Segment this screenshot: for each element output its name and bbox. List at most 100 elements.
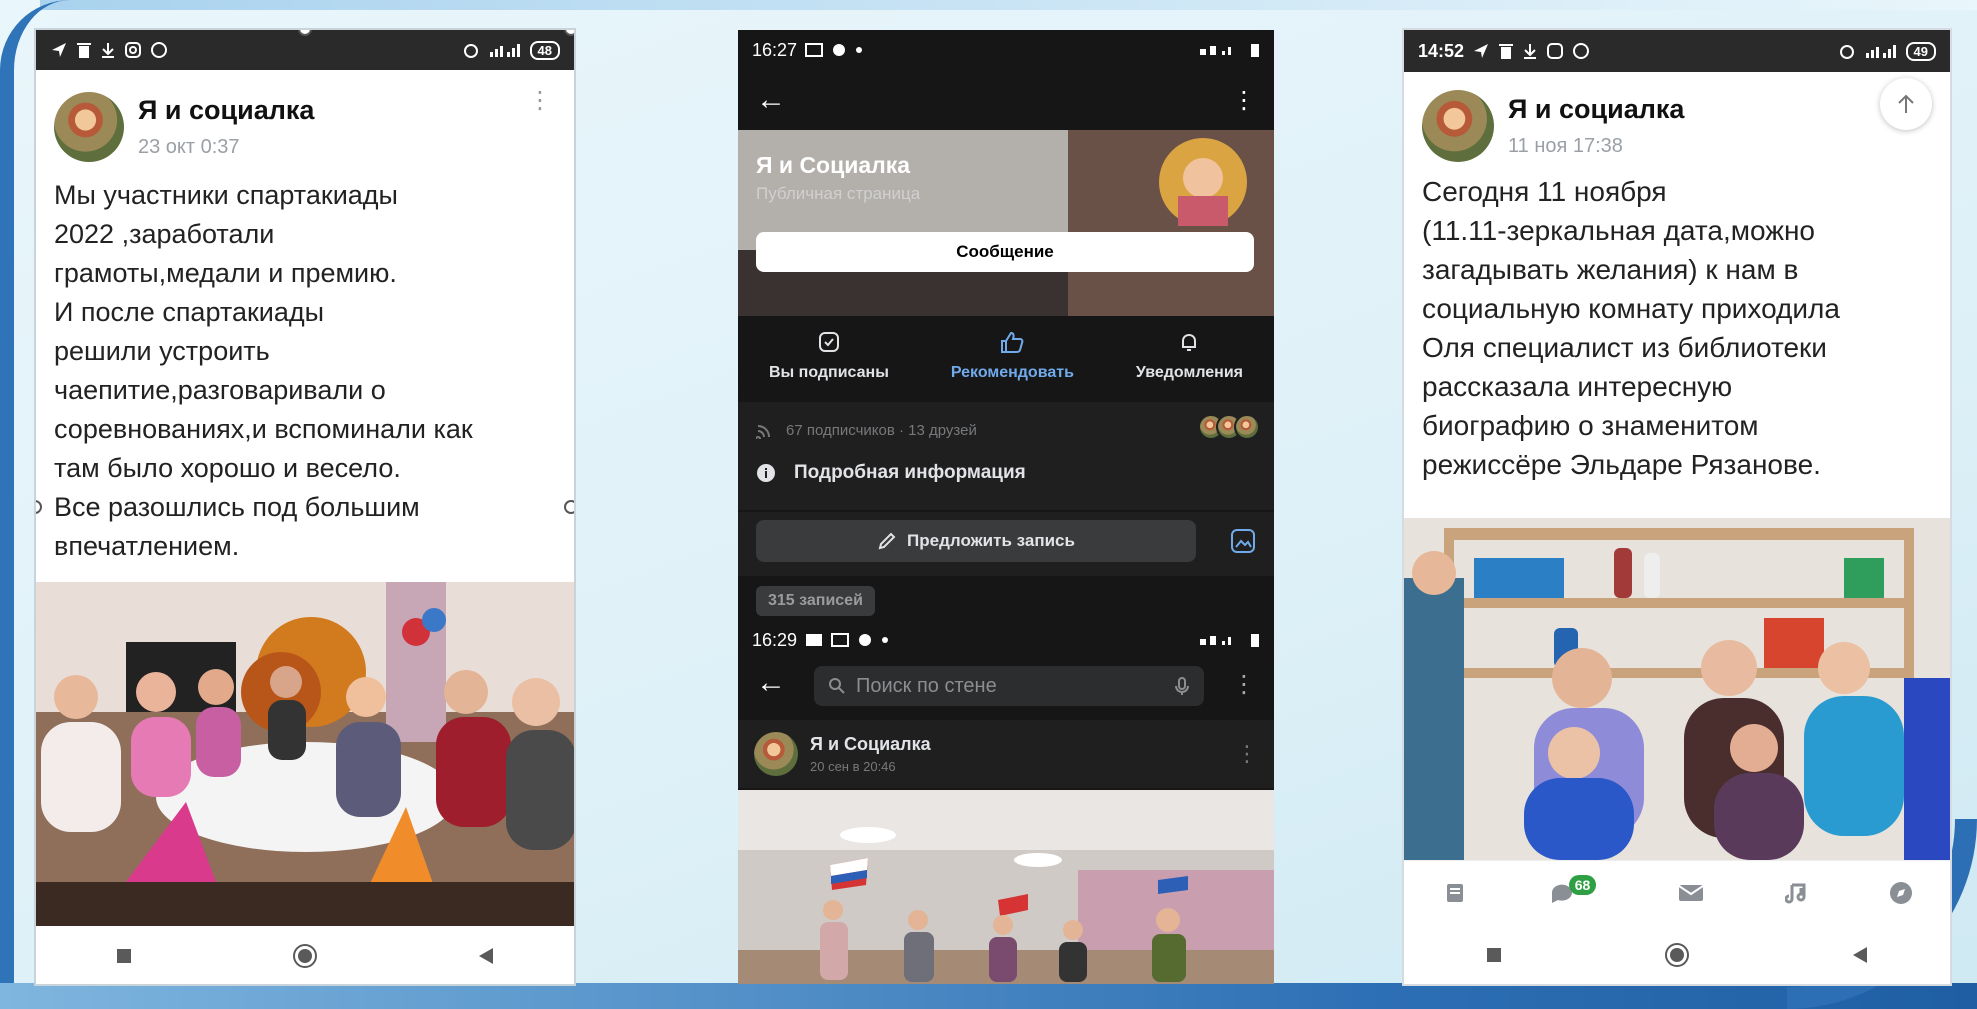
search-icon bbox=[828, 677, 846, 695]
wall-search-input[interactable]: Поиск по стене bbox=[814, 666, 1204, 706]
avatar[interactable] bbox=[1422, 90, 1494, 162]
stop-icon[interactable] bbox=[1485, 946, 1503, 964]
post-date: 11 ноя 17:38 bbox=[1508, 135, 1623, 157]
phone-screenshot-3: 14:52 49 Я и социалка 11 ноя 17:38 Сегод… bbox=[1402, 28, 1952, 986]
info-icon bbox=[756, 463, 776, 483]
recommend-label: Рекомендовать bbox=[950, 364, 1074, 381]
back-icon[interactable] bbox=[477, 946, 495, 966]
post-text-line: Все разошлись под большим bbox=[54, 492, 420, 522]
alarm-icon bbox=[462, 41, 480, 59]
avatar[interactable] bbox=[754, 732, 798, 776]
subscribed-action[interactable]: Вы подписаны bbox=[769, 318, 889, 400]
scroll-up-button[interactable] bbox=[1880, 78, 1932, 130]
download-icon bbox=[100, 41, 116, 59]
suggest-post-label: Предложить запись bbox=[907, 531, 1075, 550]
message-button[interactable]: Сообщение bbox=[756, 232, 1254, 272]
post-photo[interactable] bbox=[1404, 518, 1950, 860]
post-photo[interactable] bbox=[36, 582, 574, 926]
settings-icon bbox=[831, 42, 847, 58]
messages-tab[interactable]: 68 bbox=[1549, 874, 1597, 905]
phone-screenshot-2: 16:27 ← ⋮ Я и Социалка Публичная страниц… bbox=[738, 30, 1274, 984]
notification-icons bbox=[50, 41, 168, 59]
dot-icon bbox=[855, 46, 863, 54]
bell-icon bbox=[1177, 330, 1201, 354]
more-vertical-icon[interactable]: ⋮ bbox=[1232, 86, 1256, 115]
signal-icon bbox=[488, 42, 522, 58]
back-arrow-icon[interactable]: ← bbox=[756, 666, 786, 700]
post-text-line: Сегодня 11 ноября bbox=[1422, 176, 1667, 207]
pencil-icon bbox=[877, 531, 897, 551]
compass-icon[interactable] bbox=[1888, 880, 1914, 906]
cast-icon bbox=[805, 43, 824, 57]
posts-count[interactable]: 315 записей bbox=[756, 586, 875, 616]
post-text-line: решили устроить bbox=[54, 336, 270, 366]
home-icon[interactable] bbox=[1664, 942, 1690, 968]
navigation-icon bbox=[50, 41, 68, 59]
search-placeholder: Поиск по стене bbox=[856, 674, 997, 697]
selection-handle[interactable] bbox=[564, 500, 574, 514]
post-text-line: чаепитие,разговаривали о bbox=[54, 375, 386, 405]
music-icon[interactable] bbox=[1785, 881, 1807, 905]
feed-icon[interactable] bbox=[1444, 881, 1468, 905]
status-time: 16:29 bbox=[752, 629, 798, 650]
instagram-icon bbox=[1546, 42, 1564, 60]
post-text-line: там было хорошо и весело. bbox=[54, 453, 401, 483]
stop-icon[interactable] bbox=[115, 947, 133, 965]
subscribers-count[interactable]: 67 подписчиков · 13 друзей bbox=[786, 422, 977, 439]
navigation-icon bbox=[1472, 42, 1490, 60]
android-navbar bbox=[36, 926, 574, 984]
notifications-label: Уведомления bbox=[1135, 364, 1243, 381]
post-text: Мы участники спартакиады 2022 ,заработал… bbox=[36, 172, 574, 566]
post-author[interactable]: Я и социалка bbox=[138, 95, 314, 126]
recommend-action[interactable]: Рекомендовать bbox=[951, 318, 1074, 400]
post-text-line: Оля специалист из библиотеки bbox=[1422, 332, 1827, 363]
image-icon[interactable] bbox=[1230, 528, 1256, 554]
post-header: Я и социалка 11 ноя 17:38 bbox=[1404, 72, 1950, 172]
subscribed-label: Вы подписаны bbox=[768, 364, 889, 381]
post-text-line: соревнованиях,и вспоминали как bbox=[54, 414, 473, 444]
page-cover: Я и Социалка Публичная страница bbox=[738, 130, 1274, 316]
more-vertical-icon[interactable]: ⋮ bbox=[528, 89, 552, 113]
post-author[interactable]: Я и Социалка bbox=[810, 734, 931, 755]
post-text-line: впечатлением. bbox=[54, 531, 240, 561]
arrow-up-icon bbox=[1896, 93, 1916, 115]
avatar[interactable] bbox=[54, 92, 124, 162]
bottom-tabbar: 68 bbox=[1404, 860, 1950, 924]
battery-icon: 49 bbox=[1905, 41, 1936, 61]
suggest-post-button[interactable]: Предложить запись bbox=[756, 520, 1196, 562]
home-icon[interactable] bbox=[292, 943, 318, 969]
post-text-line: 2022 ,заработали bbox=[54, 219, 275, 249]
page-subtitle: Публичная страница bbox=[756, 184, 921, 203]
status-time: 14:52 bbox=[1418, 40, 1465, 61]
post-photo[interactable] bbox=[738, 790, 1274, 984]
post-text-line: (11.11-зеркальная дата,можно bbox=[1422, 215, 1815, 246]
back-arrow-icon[interactable]: ← bbox=[756, 83, 786, 117]
whatsapp-icon bbox=[150, 41, 168, 59]
status-bar: 48 bbox=[36, 30, 574, 70]
status-bar: 14:52 49 bbox=[1404, 30, 1950, 72]
post-text-line: рассказала интересную bbox=[1422, 371, 1733, 402]
friends-avatars[interactable] bbox=[1198, 414, 1260, 440]
mail-icon[interactable] bbox=[1677, 882, 1705, 904]
instagram-icon bbox=[124, 41, 142, 59]
details-row[interactable]: Подробная информация bbox=[756, 462, 1026, 484]
more-vertical-icon[interactable]: ⋮ bbox=[1236, 741, 1258, 767]
back-icon[interactable] bbox=[1851, 945, 1869, 965]
battery-icon: 48 bbox=[529, 40, 560, 60]
status-bar-2: 16:29 bbox=[738, 620, 1274, 660]
notifications-action[interactable]: Уведомления bbox=[1136, 318, 1243, 400]
phone-screenshot-1: 48 Я и социалка 23 окт 0:37 ⋮ Мы участни… bbox=[34, 28, 576, 986]
trash-icon bbox=[76, 41, 92, 59]
microphone-icon[interactable] bbox=[1174, 676, 1190, 696]
details-label: Подробная информация bbox=[794, 462, 1026, 483]
post-text-line: Мы участники спартакиады bbox=[54, 180, 398, 210]
dot-icon bbox=[881, 636, 889, 644]
more-vertical-icon[interactable]: ⋮ bbox=[1232, 670, 1256, 699]
post-text-line: социальную комнату приходила bbox=[1422, 293, 1840, 324]
avatar bbox=[1234, 414, 1260, 440]
settings-icon bbox=[857, 632, 873, 648]
whatsapp-icon bbox=[1572, 42, 1590, 60]
wifi-icon bbox=[1198, 43, 1242, 57]
post-author[interactable]: Я и социалка bbox=[1508, 94, 1684, 125]
page-info-block: 67 подписчиков · 13 друзей Подробная инф… bbox=[738, 402, 1274, 510]
